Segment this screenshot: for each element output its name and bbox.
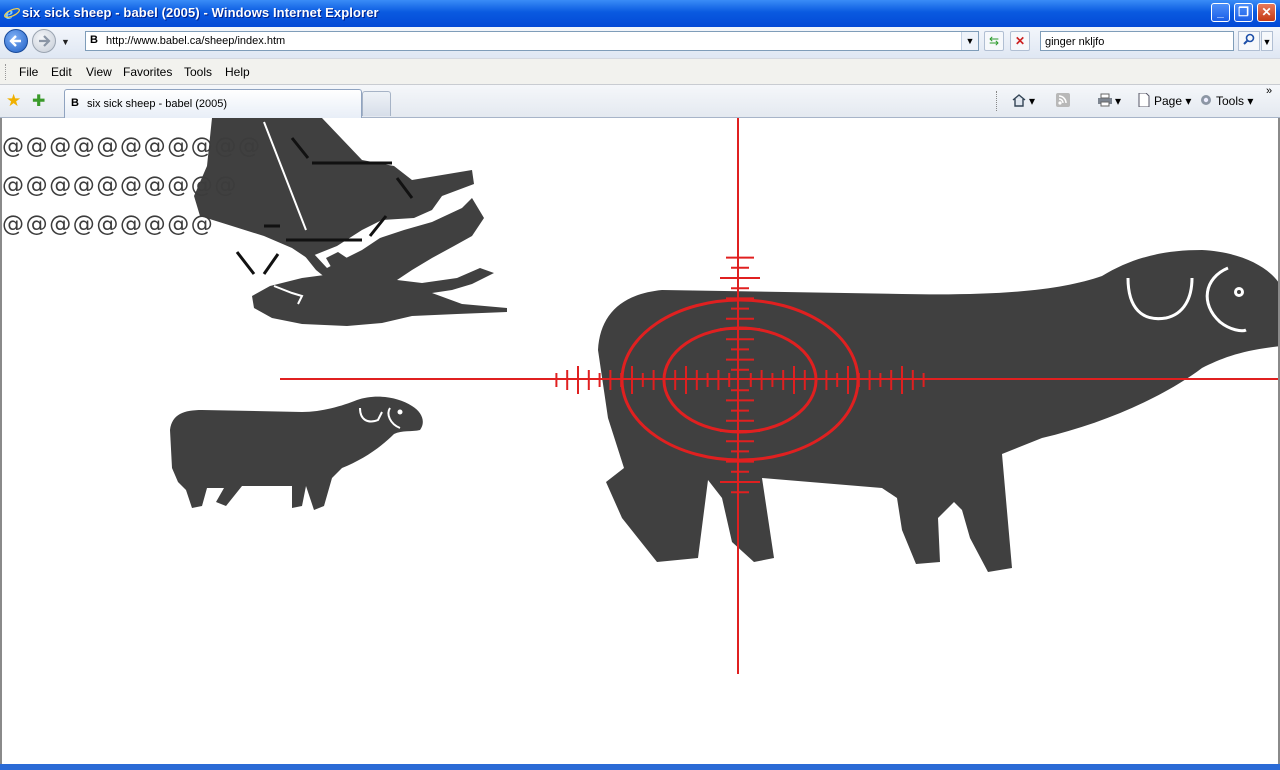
small-sheep-silhouette	[170, 396, 423, 510]
address-dropdown-icon[interactable]: ▼	[961, 32, 978, 50]
menu-file[interactable]: File	[19, 65, 38, 79]
at-symbol-row-2: @@@@@@@@@@	[2, 173, 238, 198]
search-button[interactable]	[1238, 31, 1260, 51]
home-icon	[1012, 94, 1026, 107]
add-to-favorites-icon[interactable]: ✚	[32, 91, 45, 111]
toolbar-grip	[5, 64, 8, 80]
window-title: six sick sheep - babel (2005) - Windows …	[22, 5, 379, 20]
search-options-dropdown[interactable]: ▼	[1261, 31, 1273, 51]
menu-view[interactable]: View	[86, 65, 112, 79]
internet-explorer-icon: e	[4, 4, 20, 22]
tab-label: six sick sheep - babel (2005)	[87, 98, 228, 110]
new-tab-button[interactable]	[362, 91, 391, 116]
feeds-button[interactable]	[1055, 93, 1073, 108]
print-button[interactable]: ▾	[1097, 93, 1121, 108]
maximize-button[interactable]: ❐	[1234, 3, 1253, 22]
page-menu-button[interactable]: Page ▾	[1136, 93, 1191, 108]
menu-tools[interactable]: Tools	[184, 65, 212, 79]
title-bar: e six sick sheep - babel (2005) - Window…	[0, 0, 1280, 27]
back-arrow-icon	[9, 35, 21, 47]
address-url[interactable]: http://www.babel.ca/sheep/index.htm	[106, 35, 285, 47]
page-icon	[1138, 93, 1150, 107]
back-button[interactable]	[4, 29, 28, 53]
page-content: @@@@@@@@@@@ @@@@@@@@@@ @@@@@@@@@	[0, 118, 1280, 764]
printer-icon	[1098, 93, 1112, 107]
recent-pages-dropdown[interactable]: ▼	[61, 37, 70, 47]
tab-six-sick-sheep[interactable]: B six sick sheep - babel (2005)	[64, 89, 362, 118]
gear-icon	[1201, 95, 1211, 105]
small-sheep-eye	[397, 409, 403, 415]
address-field[interactable]: B http://www.babel.ca/sheep/index.htm ▼	[85, 31, 979, 51]
menu-bar: File Edit View Favorites Tools Help	[0, 58, 1280, 85]
tools-menu-label: Tools	[1216, 94, 1245, 108]
search-input[interactable]	[1041, 34, 1234, 50]
address-toolbar: ▼ B http://www.babel.ca/sheep/index.htm …	[0, 27, 1280, 58]
menu-favorites[interactable]: Favorites	[123, 65, 172, 79]
refresh-button[interactable]: ⇆	[984, 31, 1004, 51]
at-symbol-row-1: @@@@@@@@@@@	[2, 134, 262, 159]
site-favicon: B	[90, 34, 98, 46]
forward-button[interactable]	[32, 29, 56, 53]
large-sheep-pupil	[1237, 290, 1241, 294]
rss-feed-icon	[1056, 93, 1070, 107]
stop-button[interactable]: ✕	[1010, 31, 1030, 51]
favorites-center-icon[interactable]: ★	[6, 91, 21, 111]
tab-favicon: B	[71, 97, 79, 109]
close-button[interactable]: ✕	[1257, 3, 1276, 22]
command-bar-separator	[996, 91, 997, 111]
status-bar	[0, 764, 1280, 770]
minimize-button[interactable]: _	[1211, 3, 1230, 22]
menu-edit[interactable]: Edit	[51, 65, 72, 79]
large-sheep-silhouette	[598, 250, 1278, 572]
tab-bar: ★ ✚ B six sick sheep - babel (2005) ▾ ▾ …	[0, 85, 1280, 118]
home-button[interactable]: ▾	[1011, 93, 1035, 108]
tools-menu-button[interactable]: Tools ▾	[1198, 93, 1253, 108]
search-icon	[1243, 33, 1255, 45]
search-box[interactable]	[1040, 31, 1234, 51]
at-symbol-row-3: @@@@@@@@@	[2, 212, 215, 237]
menu-help[interactable]: Help	[225, 65, 250, 79]
chevron-more-icon[interactable]: »	[1266, 85, 1272, 97]
page-menu-label: Page	[1154, 94, 1183, 108]
forward-arrow-icon	[39, 35, 51, 47]
